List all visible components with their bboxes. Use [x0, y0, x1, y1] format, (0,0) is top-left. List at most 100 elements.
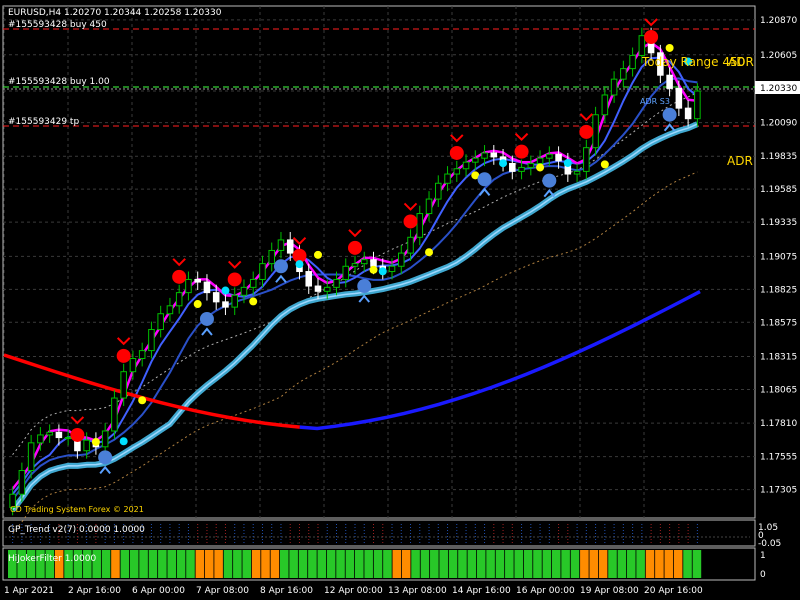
indicator2-block	[326, 550, 336, 578]
indicator2-block	[476, 550, 486, 578]
buy-signal-dot	[662, 107, 677, 122]
price-tick-label: 1.19335	[760, 218, 797, 228]
indicator2-block	[411, 550, 420, 578]
yellow-marker	[91, 437, 100, 446]
indicator2-block	[580, 550, 589, 578]
price-tick-label: 1.18575	[760, 318, 797, 328]
label-adr-small: ADR S3	[640, 97, 670, 106]
candle-body	[268, 249, 275, 265]
indicator2-block	[317, 550, 327, 578]
candle-body	[277, 239, 285, 251]
price-tick-label: 1.17810	[760, 419, 797, 429]
price-tick-label: 1.18825	[760, 285, 797, 295]
indicator2-block	[495, 550, 505, 578]
yellow-marker	[600, 160, 609, 169]
time-tick-label: 20 Apr 16:00	[644, 586, 703, 596]
indicator2-block	[101, 550, 111, 578]
candle-body	[37, 434, 44, 444]
indicator2-block	[261, 550, 270, 578]
indicator2-block	[570, 550, 580, 578]
indicator2-block	[636, 550, 645, 578]
candle-body	[416, 213, 424, 238]
candle-body	[138, 350, 146, 360]
candle-body	[148, 329, 155, 352]
yellow-marker	[249, 297, 258, 306]
price-tick-label: 1.19585	[760, 185, 797, 195]
indicator2-block	[542, 550, 552, 578]
candle-body	[629, 54, 636, 70]
cyan-marker	[119, 437, 128, 446]
time-tick-label: 2 Apr 16:00	[68, 586, 121, 596]
candle-body	[610, 78, 618, 96]
indicator2-block	[458, 550, 467, 578]
candle-body	[462, 161, 470, 170]
main-chart-frame	[2, 5, 756, 519]
candle-body	[509, 162, 516, 172]
candle-body	[259, 263, 266, 280]
time-tick-label: 6 Apr 00:00	[132, 586, 185, 596]
candle-body	[435, 182, 442, 200]
price-tick-label: 1.20605	[760, 51, 797, 61]
candle-body	[592, 114, 599, 149]
indicator2-tick-top: 1	[760, 551, 766, 561]
indicator2-block	[430, 550, 439, 578]
indicator2-block	[158, 550, 167, 578]
indicator2-block	[167, 550, 177, 578]
label-tp-top: #155593428 buy 450	[8, 20, 107, 30]
indicator2-block	[655, 550, 664, 578]
indicator2-block	[523, 550, 533, 578]
indicator2-block	[373, 550, 383, 578]
time-tick-label: 1 Apr 2021	[4, 586, 54, 596]
indicator2-block	[514, 550, 524, 578]
indicator2-block	[598, 550, 608, 578]
sell-signal-dot	[70, 427, 85, 442]
time-tick-label: 8 Apr 16:00	[260, 586, 313, 596]
indicator2-block	[664, 550, 674, 578]
label-order-line: #155593428 buy 1.00	[8, 77, 110, 87]
yellow-marker	[369, 265, 378, 274]
candle-body	[333, 278, 340, 288]
indicator2-name: HiJokerFilter 1.0000	[8, 554, 96, 564]
sell-signal-dot	[514, 144, 529, 159]
price-tick-label: 1.20090	[760, 119, 797, 129]
candle-body	[286, 239, 294, 254]
label-adr-mid: ADR	[727, 154, 753, 168]
indicator2-block	[420, 550, 430, 578]
yellow-marker	[138, 396, 147, 405]
time-tick-label: 19 Apr 08:00	[580, 586, 639, 596]
yellow-marker	[313, 250, 322, 259]
candle-body	[194, 278, 201, 283]
sell-signal-dot	[116, 348, 131, 363]
buy-signal-dot	[273, 259, 288, 274]
indicator2-block	[392, 550, 402, 578]
candle-body	[120, 371, 127, 399]
price-tick-label: 1.18315	[760, 353, 797, 363]
label-tp-line: #155593429 tp	[8, 117, 79, 127]
candle-body	[323, 286, 331, 292]
indicator2-block	[683, 550, 692, 578]
indicator2-block	[401, 550, 411, 578]
candle-body	[388, 265, 396, 273]
buy-signal-dot	[477, 172, 492, 187]
indicator2-block	[270, 550, 280, 578]
indicator2-block	[148, 550, 158, 578]
yellow-marker	[536, 163, 545, 172]
candle-body	[157, 313, 164, 331]
mt4-chart[interactable]: 1.20870 1.20605 1.20330 1.20090 1.19835 1.195…	[0, 0, 800, 600]
candle-body	[481, 152, 488, 159]
candle-body	[351, 263, 359, 267]
cyan-marker	[499, 159, 508, 168]
time-axis: 1 Apr 2021 2 Apr 16:00 6 Apr 00:00 7 Apr 08…	[4, 586, 703, 596]
indicator2-block	[186, 550, 195, 578]
indicator2-block	[298, 550, 308, 578]
indicator2-block	[439, 550, 448, 578]
sell-signal-dot	[403, 214, 418, 229]
indicator2-block	[505, 550, 514, 578]
candle-body	[555, 153, 562, 162]
indicator2-block	[673, 550, 683, 578]
indicator2-block	[204, 550, 214, 578]
buy-signal-dot	[542, 173, 557, 188]
candle-body	[175, 292, 183, 307]
candle-body	[64, 437, 72, 440]
indicator2-block	[486, 550, 495, 578]
